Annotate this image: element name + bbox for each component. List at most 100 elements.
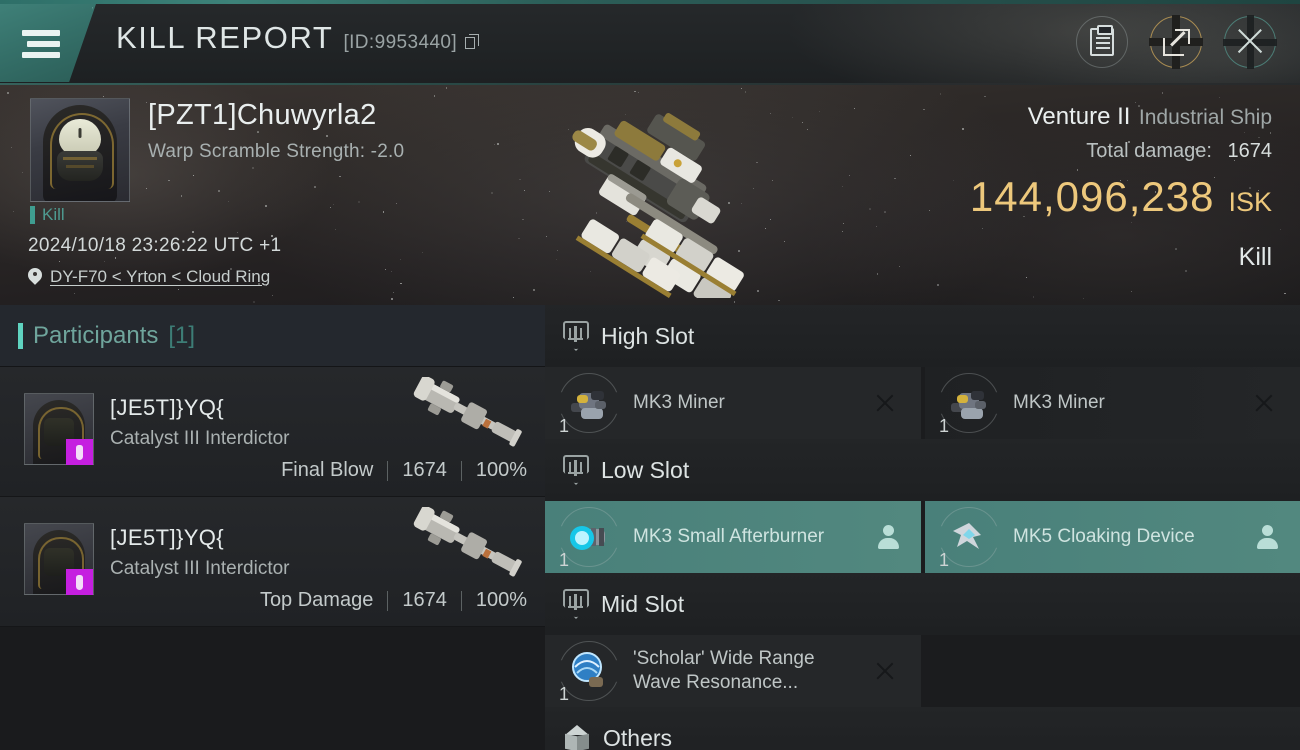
stat-divider: [387, 590, 389, 611]
ship-title: Venture II Industrial Ship: [1028, 103, 1272, 131]
victim-name: [PZT1]Chuwyrla2: [148, 99, 377, 131]
avatar-mask: [57, 151, 103, 181]
item-quantity: 1: [559, 550, 570, 570]
title-bar: KILL REPORT [ID:9953440]: [0, 0, 1300, 85]
share-button[interactable]: [1144, 10, 1208, 74]
avatar-face: [59, 119, 101, 155]
participant-role: Top Damage: [259, 589, 374, 611]
item-icon-frame: 1: [559, 641, 619, 704]
victim-ship-render: [572, 113, 744, 298]
item-quantity: 1: [559, 416, 570, 436]
participants-label: Participants: [33, 321, 159, 349]
copy-icon[interactable]: [465, 34, 480, 50]
slot-header-low: Low Slot: [545, 439, 1300, 501]
slot-header-high: High Slot: [545, 305, 1300, 367]
participant-ship-render: [413, 507, 522, 577]
fitting-item[interactable]: 1 'Scholar' Wide Range Wave Resonance...: [545, 635, 921, 707]
info-badge-icon: [66, 439, 93, 465]
shield-slot-icon: [563, 455, 589, 485]
kill-report-window: KILL REPORT [ID:9953440] [PZT1]Chuwyrla2…: [0, 0, 1300, 750]
kill-tag-label: Kill: [42, 205, 65, 224]
fitting-item[interactable]: 1 MK3 Miner: [925, 367, 1300, 439]
item-name: MK3 Miner: [1013, 392, 1105, 414]
hamburger-menu-icon: [22, 30, 66, 60]
kill-location[interactable]: DY-F70 < Yrton < Cloud Ring: [28, 267, 270, 287]
slot-label: High Slot: [601, 322, 695, 349]
clipboard-icon: [1090, 25, 1114, 56]
miner-module-icon: [567, 381, 611, 425]
participant-row[interactable]: [JE5T]}YQ{ Catalyst III Interdictor: [0, 497, 545, 627]
total-damage: Total damage: 1674: [1086, 140, 1272, 163]
cube-icon: [563, 723, 591, 750]
cloaking-device-icon: [947, 515, 991, 559]
shield-slot-icon: [563, 321, 589, 351]
fitting-item[interactable]: 1 MK3 Miner: [545, 367, 921, 439]
ship-class: Industrial Ship: [1138, 106, 1272, 129]
participant-row[interactable]: [JE5T]}YQ{ Catalyst III Interdictor: [0, 367, 545, 497]
kill-timestamp: 2024/10/18 23:26:22 UTC +1: [28, 235, 282, 256]
shield-slot-icon: [563, 589, 589, 619]
item-icon-frame: 1: [559, 507, 619, 570]
victim-summary-panel: [PZT1]Chuwyrla2 Warp Scramble Strength: …: [0, 85, 1300, 305]
victim-avatar[interactable]: [30, 98, 130, 202]
page-title-text: KILL REPORT: [116, 20, 334, 55]
person-icon[interactable]: [877, 525, 899, 549]
kill-result: Kill: [1238, 243, 1272, 271]
stat-divider: [387, 460, 389, 481]
report-id: [ID:9953440]: [343, 32, 458, 53]
person-icon[interactable]: [1256, 525, 1278, 549]
kill-tag-accent: [30, 206, 35, 224]
close-x-icon[interactable]: [1254, 393, 1274, 413]
info-badge-icon: [66, 569, 93, 595]
close-x-icon: [1235, 27, 1265, 57]
fitting-panel: High Slot 1 MK3 Miner 1 MK3 Miner Low Sl…: [545, 305, 1300, 750]
participant-percent: 100%: [475, 589, 527, 611]
close-x-icon[interactable]: [875, 393, 895, 413]
wave-resonance-module-icon: [567, 649, 611, 693]
item-icon-frame: 1: [559, 373, 619, 436]
fitting-item[interactable]: 1 MK3 Small Afterburner: [545, 501, 921, 573]
report-body: Participants [1] [JE5T]}YQ{ Catalyst III…: [0, 305, 1300, 750]
item-icon-frame: 1: [939, 373, 999, 436]
report-button[interactable]: [1070, 10, 1134, 74]
item-name: MK3 Small Afterburner: [633, 526, 825, 548]
ship-name: Venture II: [1027, 103, 1131, 130]
close-x-icon[interactable]: [875, 661, 895, 681]
item-quantity: 1: [559, 684, 570, 704]
victim-stat: Warp Scramble Strength: -2.0: [148, 141, 405, 162]
participant-ship: Catalyst III Interdictor: [110, 558, 290, 579]
fitting-item[interactable]: 1 MK5 Cloaking Device: [925, 501, 1300, 573]
item-name: 'Scholar' Wide Range Wave Resonance...: [633, 648, 815, 693]
slot-items-low: 1 MK3 Small Afterburner 1 MK5 Cloaking D…: [545, 501, 1300, 573]
participant-damage: 1674: [402, 459, 447, 481]
participants-panel: Participants [1] [JE5T]}YQ{ Catalyst III…: [0, 305, 545, 750]
participants-accent: [18, 322, 23, 349]
miner-module-icon: [947, 381, 991, 425]
participant-ship-render: [413, 377, 522, 447]
kill-tag: Kill: [30, 205, 65, 225]
item-name: MK5 Cloaking Device: [1013, 526, 1195, 548]
isk-amount: 144,096,238: [969, 173, 1215, 220]
slot-label: Low Slot: [601, 456, 690, 483]
participant-role: Final Blow: [281, 459, 374, 481]
isk-value: 144,096,238 ISK: [970, 173, 1272, 221]
participant-name: [JE5T]}YQ{: [110, 525, 225, 550]
total-damage-value: 1674: [1227, 140, 1273, 162]
page-title: KILL REPORT [ID:9953440]: [116, 20, 480, 56]
stat-divider: [460, 590, 462, 611]
close-button[interactable]: [1218, 10, 1282, 74]
title-bar-actions: [1070, 10, 1282, 74]
participants-count: [1]: [168, 321, 196, 349]
slot-header-mid: Mid Slot: [545, 573, 1300, 635]
participant-stats: Top Damage 1674 100%: [260, 589, 527, 612]
afterburner-module-icon: [567, 515, 611, 559]
participant-ship: Catalyst III Interdictor: [110, 428, 290, 449]
isk-unit: ISK: [1228, 187, 1272, 217]
participant-damage: 1674: [402, 589, 447, 611]
slot-label: Mid Slot: [601, 590, 685, 617]
total-damage-label: Total damage:: [1086, 140, 1212, 162]
participants-header: Participants [1]: [0, 305, 545, 367]
external-link-icon: [1162, 28, 1190, 56]
item-quantity: 1: [939, 550, 950, 570]
slot-label: Others: [603, 724, 673, 750]
